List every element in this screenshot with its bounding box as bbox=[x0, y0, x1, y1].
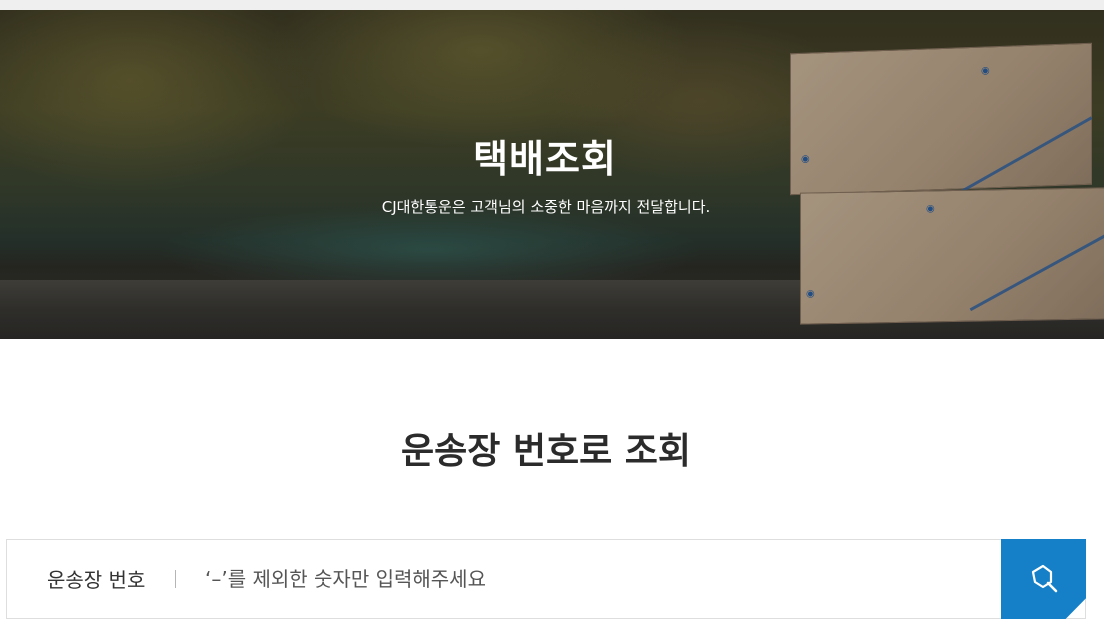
hero-subtitle: CJ대한통운은 고객님의 소중한 마음까지 전달합니다. bbox=[381, 198, 711, 216]
hero-title: 택배조회 bbox=[473, 137, 617, 181]
tracking-number-input[interactable] bbox=[203, 558, 987, 600]
divider bbox=[175, 570, 176, 588]
search-button[interactable] bbox=[1001, 539, 1086, 619]
tracking-number-label: 운송장 번호 bbox=[47, 568, 146, 592]
tracking-search-bar: 운송장 번호 bbox=[6, 539, 1086, 619]
hero-banner: ◉ ◉ ◉ ◉ 택배조회 CJ대한통운은 고객님의 소중한 마음까지 전달합니다… bbox=[0, 10, 1104, 339]
section-title: 운송장 번호로 조회 bbox=[400, 431, 692, 472]
search-icon bbox=[1031, 564, 1058, 593]
